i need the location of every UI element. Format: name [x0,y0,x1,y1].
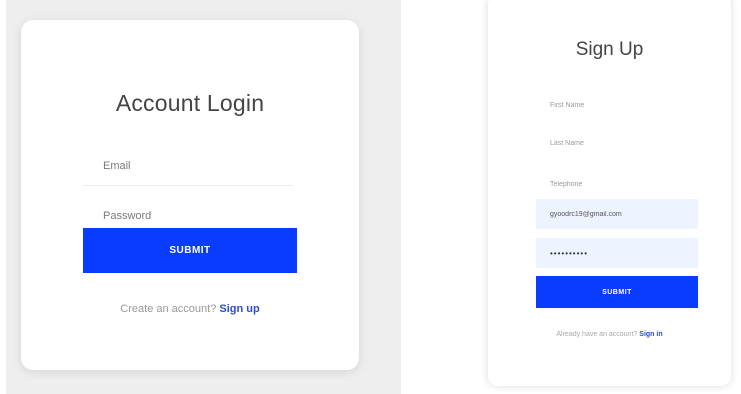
telephone-input[interactable] [536,169,698,199]
login-footer-text: Create an account? [120,303,217,315]
sign-in-link[interactable]: Sign in [639,331,662,338]
login-submit-button[interactable]: SUBMIT [83,228,297,273]
signup-footer-text: Already have an account? [556,331,638,338]
signup-email-input[interactable] [536,199,698,229]
signup-submit-button[interactable]: SUBMIT [536,276,698,308]
signup-title: Sign Up [575,39,644,60]
login-email-input[interactable] [83,146,293,186]
signup-footer: Already have an account? Sign in [488,331,731,338]
login-footer: Create an account? Sign up [21,303,359,315]
login-card: Account Login SUBMIT Create an account? … [21,20,359,370]
login-title: Account Login [115,90,265,116]
sign-up-link[interactable]: Sign up [219,303,259,315]
signup-password-input[interactable] [536,238,698,268]
last-name-input[interactable] [536,128,698,158]
first-name-input[interactable] [536,90,698,120]
signup-card: Sign Up SUBMIT Already have an account? … [488,0,731,386]
